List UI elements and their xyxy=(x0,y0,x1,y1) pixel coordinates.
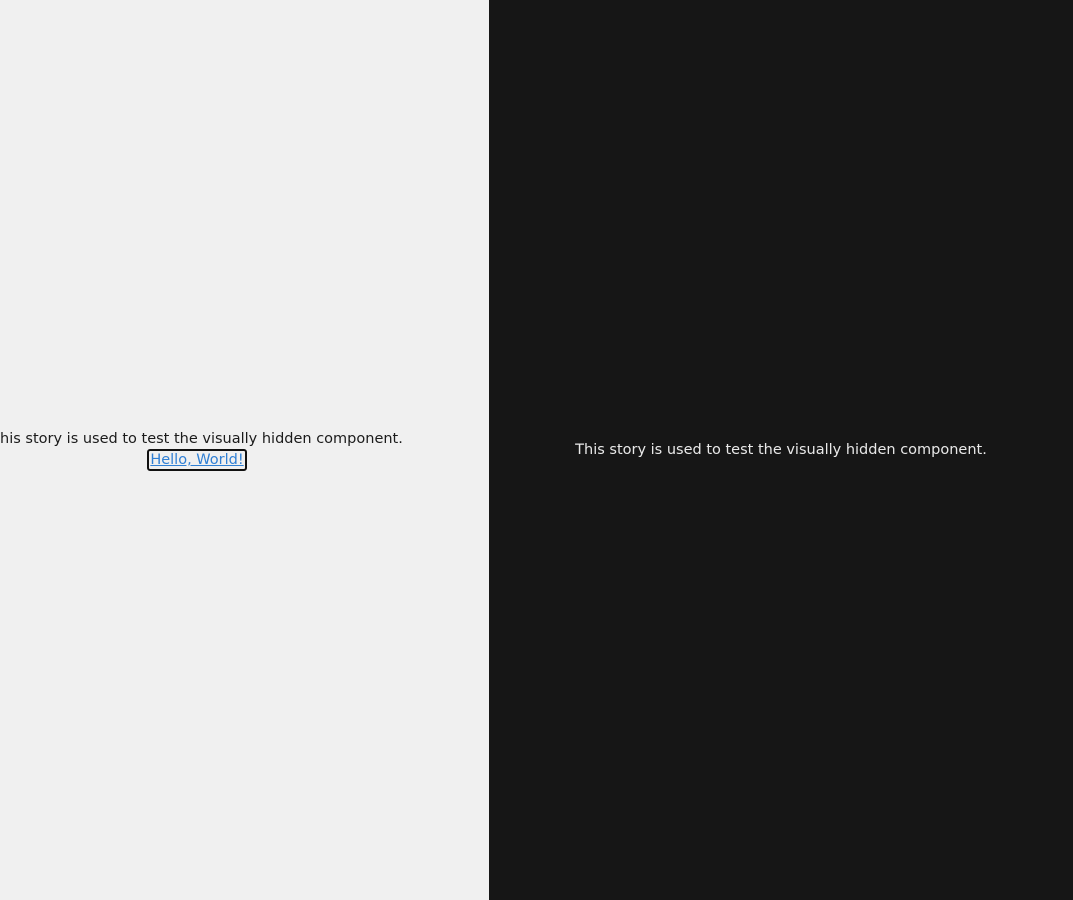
dark-story-text: This story is used to test the visually … xyxy=(575,442,987,458)
light-theme-panel: This story is used to test the visually … xyxy=(0,0,489,900)
dark-theme-panel: This story is used to test the visually … xyxy=(489,0,1073,900)
light-story-text: This story is used to test the visually … xyxy=(0,431,403,447)
story-preview-split: This story is used to test the visually … xyxy=(0,0,1073,900)
hello-world-link[interactable]: Hello, World! xyxy=(147,449,247,471)
dark-story-content: This story is used to test the visually … xyxy=(575,440,987,460)
light-story-content: This story is used to test the visually … xyxy=(0,429,403,471)
